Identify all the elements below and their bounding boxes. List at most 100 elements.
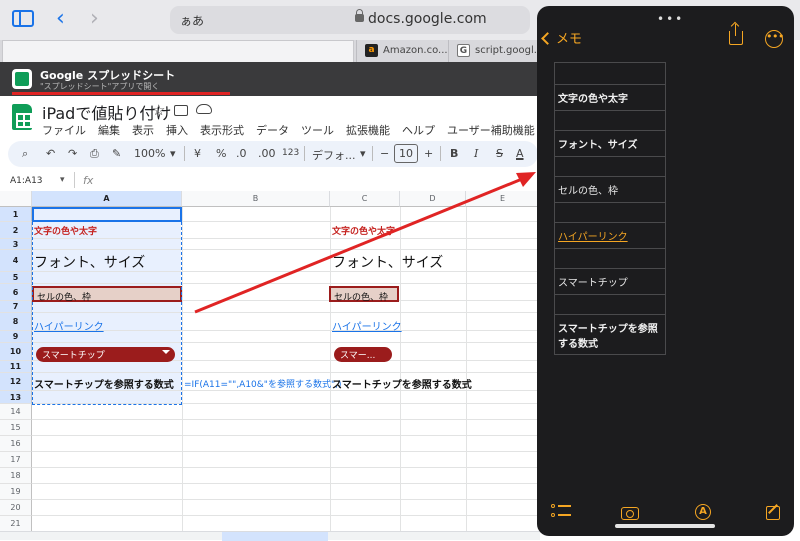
notes-back-button[interactable]: メモ xyxy=(541,28,582,47)
paint-format-icon[interactable]: ✎ xyxy=(112,147,121,160)
cloud-status-icon[interactable] xyxy=(196,104,212,114)
reader-text-size-button[interactable]: ぁあ xyxy=(180,12,204,29)
row-header[interactable]: 20 xyxy=(0,500,32,516)
menu-accessibility[interactable]: ユーザー補助機能 xyxy=(447,122,535,138)
move-folder-icon[interactable] xyxy=(174,105,188,116)
font-size-input[interactable]: 10 xyxy=(394,144,418,163)
menu-edit[interactable]: 編集 xyxy=(98,122,120,138)
zoom-select[interactable]: 100% xyxy=(134,147,165,160)
notes-table-cell[interactable] xyxy=(554,110,666,131)
row-header[interactable]: 9 xyxy=(0,331,32,343)
address-bar[interactable]: ぁあ docs.google.com xyxy=(170,6,530,34)
star-icon[interactable]: ☆ xyxy=(152,101,165,119)
row-header[interactable]: 18 xyxy=(0,468,32,484)
row-header[interactable]: 2 xyxy=(0,222,32,239)
column-header-e[interactable]: E xyxy=(466,191,540,207)
menu-file[interactable]: ファイル xyxy=(42,122,86,138)
percent-button[interactable]: % xyxy=(216,147,226,160)
row-header[interactable]: 15 xyxy=(0,420,32,436)
window-grip-handle[interactable]: ••• xyxy=(657,12,684,26)
cell-b12[interactable]: =IF(A11="",A10&"を参照する数式",) xyxy=(184,377,341,390)
search-icon[interactable]: ⌕ xyxy=(22,147,28,161)
row-header[interactable]: 4 xyxy=(0,250,32,272)
column-header-a[interactable]: A xyxy=(32,191,182,207)
cell-c4[interactable]: フォント、サイズ xyxy=(332,252,443,272)
notes-table-cell[interactable]: ハイパーリンク xyxy=(554,222,666,249)
row-header[interactable]: 19 xyxy=(0,484,32,500)
row-header[interactable]: 21 xyxy=(0,516,32,532)
font-size-increase-button[interactable]: + xyxy=(424,147,433,160)
forward-chevron-icon[interactable]: › xyxy=(90,6,99,31)
menu-tools[interactable]: ツール xyxy=(301,122,334,138)
bold-button[interactable]: B xyxy=(450,147,458,160)
notes-table-cell[interactable] xyxy=(554,202,666,223)
menu-format[interactable]: 表示形式 xyxy=(200,122,244,138)
chevron-down-icon[interactable]: ▾ xyxy=(360,147,366,160)
notes-table-cell[interactable]: スマートチップ xyxy=(554,268,666,295)
active-cell-a1[interactable] xyxy=(32,207,182,222)
compose-icon[interactable] xyxy=(766,506,780,520)
italic-button[interactable]: I xyxy=(474,147,478,160)
notes-table-cell[interactable] xyxy=(554,62,666,85)
row-header[interactable]: 7 xyxy=(0,301,32,313)
spreadsheet-grid[interactable]: A B C D E 1 2 3 4 5 6 7 8 9 10 11 12 13 14 15 16 17 18 19 2… xyxy=(0,191,540,540)
column-header-c[interactable]: C xyxy=(330,191,400,207)
strikethrough-button[interactable]: S xyxy=(496,147,503,160)
menu-extensions[interactable]: 拡張機能 xyxy=(346,122,390,138)
notes-table-cell[interactable] xyxy=(554,294,666,315)
notes-table-cell[interactable]: フォント、サイズ xyxy=(554,130,666,157)
menu-help[interactable]: ヘルプ xyxy=(402,122,435,138)
font-size-decrease-button[interactable]: − xyxy=(380,147,389,160)
print-icon[interactable]: ⎙ xyxy=(90,147,99,161)
redo-icon[interactable]: ↷ xyxy=(68,147,77,160)
back-chevron-icon[interactable]: ‹ xyxy=(56,6,65,31)
column-header-d[interactable]: D xyxy=(400,191,466,207)
row-header[interactable]: 8 xyxy=(0,313,32,331)
cell-c2[interactable]: 文字の色や太字 xyxy=(332,224,395,237)
notes-table-cell[interactable]: セルの色、枠 xyxy=(554,176,666,203)
row-header[interactable]: 11 xyxy=(0,361,32,373)
tab-script[interactable]: G script.googl... xyxy=(448,40,540,62)
decrease-decimal-button[interactable]: .0 xyxy=(236,147,247,160)
url-text[interactable]: docs.google.com xyxy=(368,11,487,27)
increase-decimal-button[interactable]: .00 xyxy=(258,147,276,160)
smart-chip-c10[interactable]: スマー... xyxy=(334,347,392,362)
notes-table-cell[interactable] xyxy=(554,248,666,269)
chevron-down-icon[interactable]: ▾ xyxy=(60,175,65,185)
open-in-app-banner[interactable]: Google スプレッドシート "スプレッドシート"アプリで開く xyxy=(0,62,540,96)
notes-table[interactable]: 文字の色や太字 フォント、サイズ セルの色、枠 ハイパーリンク スマートチップスマートチ… xyxy=(554,62,666,355)
share-icon[interactable] xyxy=(729,24,743,45)
cell-c8[interactable]: ハイパーリンク xyxy=(332,318,402,333)
row-header[interactable]: 16 xyxy=(0,436,32,452)
notes-table-cell[interactable]: 文字の色や太字 xyxy=(554,84,666,111)
banner-subtitle[interactable]: "スプレッドシート"アプリで開く xyxy=(40,81,159,92)
cell-c12[interactable]: スマートチップを参照する数式 xyxy=(332,376,472,391)
sheets-logo-icon[interactable] xyxy=(12,104,32,130)
tab-current[interactable] xyxy=(2,40,354,62)
row-header[interactable]: 13 xyxy=(0,391,32,404)
undo-icon[interactable]: ↶ xyxy=(46,147,55,160)
row-header[interactable]: 14 xyxy=(0,404,32,420)
camera-icon[interactable] xyxy=(621,507,639,520)
row-header[interactable]: 6 xyxy=(0,284,32,301)
row-header[interactable]: 3 xyxy=(0,239,32,250)
currency-button[interactable]: ¥ xyxy=(194,147,201,160)
sidebar-toggle-icon[interactable] xyxy=(12,10,34,27)
font-select[interactable]: デフォ... xyxy=(312,147,356,163)
chevron-down-icon[interactable]: ▾ xyxy=(170,147,176,160)
notes-table-cell[interactable] xyxy=(554,156,666,177)
row-header[interactable]: 10 xyxy=(0,343,32,361)
menu-data[interactable]: データ xyxy=(256,122,289,138)
name-box[interactable]: A1:A13 xyxy=(10,176,43,186)
row-header[interactable]: 5 xyxy=(0,272,32,284)
tab-amazon[interactable]: a Amazon.co.... xyxy=(356,40,448,62)
row-header[interactable]: 12 xyxy=(0,373,32,391)
menu-insert[interactable]: 挿入 xyxy=(166,122,188,138)
menu-view[interactable]: 表示 xyxy=(132,122,154,138)
row-header[interactable]: 17 xyxy=(0,452,32,468)
row-header[interactable]: 1 xyxy=(0,207,32,222)
cell-c6[interactable]: セルの色、枠 xyxy=(329,286,399,303)
number-format-button[interactable]: 123 xyxy=(282,148,299,158)
notes-table-cell[interactable]: スマートチップを参照する数式 xyxy=(554,314,666,355)
more-options-icon[interactable]: ••• xyxy=(765,30,784,48)
